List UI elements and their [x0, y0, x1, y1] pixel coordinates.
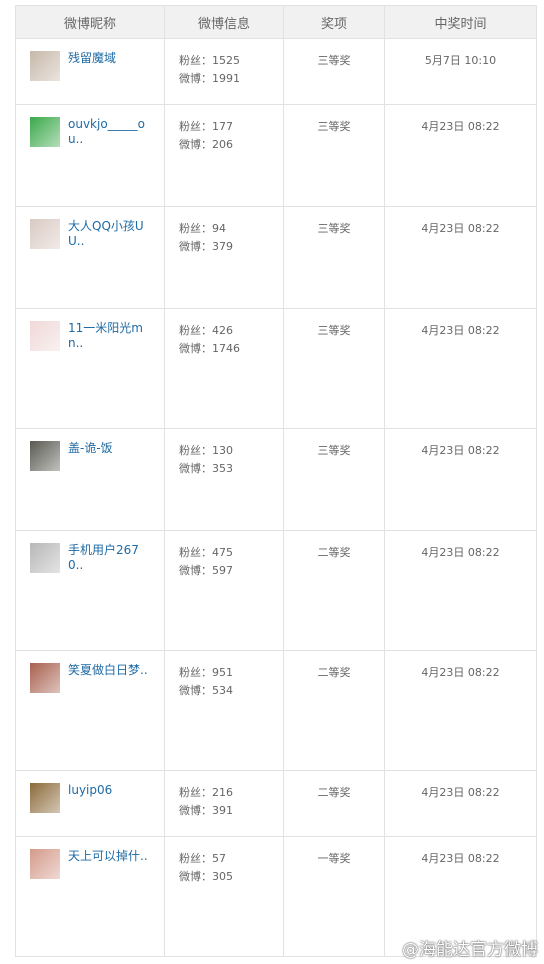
- header-prize: 奖项: [284, 6, 385, 38]
- user-nickname-link[interactable]: luyip06: [68, 783, 152, 813]
- avatar[interactable]: [30, 663, 60, 693]
- weibo-count: 微博：206: [179, 138, 233, 151]
- header-weibo-info: 微博信息: [165, 6, 284, 38]
- weibo-count: 微博：391: [179, 804, 233, 817]
- table-row: 盖-诡-饭 粉丝：130 微博：353 三等奖 4月23日 08:22: [16, 429, 536, 531]
- nickname-cell: 盖-诡-饭: [16, 429, 165, 530]
- header-win-time: 中奖时间: [434, 16, 487, 32]
- fans-count: 粉丝：130: [179, 444, 233, 457]
- nickname-cell: 手机用户2670..: [16, 531, 165, 650]
- fans-count: 粉丝：475: [179, 546, 233, 559]
- prize-cell: 三等奖: [284, 429, 385, 530]
- fans-count: 粉丝：57: [179, 852, 226, 865]
- prize-cell: 二等奖: [284, 651, 385, 770]
- weibo-info-cell: 粉丝：177 微博：206: [165, 105, 284, 206]
- table-body: 残留魔域 粉丝：1525 微博：1991 三等奖 5月7日 10:10 ouvk…: [16, 39, 536, 957]
- avatar[interactable]: [30, 321, 60, 351]
- weibo-info-cell: 粉丝：216 微博：391: [165, 771, 284, 836]
- weibo-count: 微博：379: [179, 240, 233, 253]
- avatar[interactable]: [30, 51, 60, 81]
- user-nickname-link[interactable]: 大人QQ小孩UU..: [68, 219, 152, 249]
- user-nickname-link[interactable]: ouvkjo_____ou..: [68, 117, 152, 147]
- nickname-cell: 笑夏做白日梦..: [16, 651, 165, 770]
- weibo-count: 微博：353: [179, 462, 233, 475]
- table-row: 手机用户2670.. 粉丝：475 微博：597 二等奖 4月23日 08:22: [16, 531, 536, 651]
- weibo-info-cell: 粉丝：426 微博：1746: [165, 309, 284, 428]
- win-time-cell: 5月7日 10:10: [424, 54, 497, 67]
- win-time-cell: 4月23日 08:22: [421, 324, 500, 337]
- nickname-cell: 天上可以掉什..: [16, 837, 165, 956]
- fans-count: 粉丝：426: [179, 324, 233, 337]
- weibo-count: 微博：534: [179, 684, 233, 697]
- table-row: 笑夏做白日梦.. 粉丝：951 微博：534 二等奖 4月23日 08:22: [16, 651, 536, 771]
- prize-cell: 三等奖: [284, 105, 385, 206]
- weibo-count: 微博：597: [179, 564, 233, 577]
- weibo-info-cell: 粉丝：475 微博：597: [165, 531, 284, 650]
- header-nickname: 微博昵称: [16, 6, 165, 38]
- fans-count: 粉丝：1525: [179, 54, 240, 67]
- avatar[interactable]: [30, 441, 60, 471]
- table-row: ouvkjo_____ou.. 粉丝：177 微博：206 三等奖 4月23日 …: [16, 105, 536, 207]
- fans-count: 粉丝：951: [179, 666, 233, 679]
- avatar[interactable]: [30, 117, 60, 147]
- nickname-cell: luyip06: [16, 771, 165, 836]
- weibo-info-cell: 粉丝：951 微博：534: [165, 651, 284, 770]
- weibo-count: 微博：1746: [179, 342, 240, 355]
- win-time-cell: 4月23日 08:22: [421, 222, 500, 235]
- nickname-cell: 11一米阳光mn..: [16, 309, 165, 428]
- prize-cell: 二等奖: [284, 531, 385, 650]
- weibo-count: 微博：1991: [179, 72, 240, 85]
- nickname-cell: ouvkjo_____ou..: [16, 105, 165, 206]
- fans-count: 粉丝：216: [179, 786, 233, 799]
- avatar[interactable]: [30, 219, 60, 249]
- watermark: @海能达官方微博: [402, 940, 538, 960]
- prize-cell: 一等奖: [284, 837, 385, 956]
- avatar[interactable]: [30, 543, 60, 573]
- prize-cell: 二等奖: [284, 771, 385, 836]
- weibo-info-cell: 粉丝：94 微博：379: [165, 207, 284, 308]
- win-time-cell: 4月23日 08:22: [421, 666, 500, 679]
- win-time-cell: 4月23日 08:22: [421, 120, 500, 133]
- table-header: 微博昵称 微博信息 奖项 中奖时间: [16, 5, 536, 39]
- weibo-info-cell: 粉丝：57 微博：305: [165, 837, 284, 956]
- user-nickname-link[interactable]: 残留魔域: [68, 51, 152, 81]
- user-nickname-link[interactable]: 手机用户2670..: [68, 543, 152, 573]
- weibo-info-cell: 粉丝：1525 微博：1991: [165, 39, 284, 104]
- win-time-cell: 4月23日 08:22: [421, 546, 500, 559]
- table-row: 11一米阳光mn.. 粉丝：426 微博：1746 三等奖 4月23日 08:2…: [16, 309, 536, 429]
- fans-count: 粉丝：94: [179, 222, 226, 235]
- user-nickname-link[interactable]: 盖-诡-饭: [68, 441, 152, 471]
- table-row: 残留魔域 粉丝：1525 微博：1991 三等奖 5月7日 10:10: [16, 39, 536, 105]
- weibo-count: 微博：305: [179, 870, 233, 883]
- prize-cell: 三等奖: [284, 207, 385, 308]
- table-row: 大人QQ小孩UU.. 粉丝：94 微博：379 三等奖 4月23日 08:22: [16, 207, 536, 309]
- table-row: luyip06 粉丝：216 微博：391 二等奖 4月23日 08:22: [16, 771, 536, 837]
- avatar[interactable]: [30, 849, 60, 879]
- avatar[interactable]: [30, 783, 60, 813]
- user-nickname-link[interactable]: 11一米阳光mn..: [68, 321, 152, 351]
- nickname-cell: 残留魔域: [16, 39, 165, 104]
- prize-cell: 三等奖: [284, 39, 385, 104]
- prize-cell: 三等奖: [284, 309, 385, 428]
- user-nickname-link[interactable]: 笑夏做白日梦..: [68, 663, 152, 693]
- win-time-cell: 4月23日 08:22: [421, 444, 500, 457]
- nickname-cell: 大人QQ小孩UU..: [16, 207, 165, 308]
- user-nickname-link[interactable]: 天上可以掉什..: [68, 849, 152, 879]
- winners-table: 微博昵称 微博信息 奖项 中奖时间 残留魔域 粉丝：1525 微博：1991 三…: [15, 5, 537, 957]
- weibo-info-cell: 粉丝：130 微博：353: [165, 429, 284, 530]
- win-time-cell: 4月23日 08:22: [421, 786, 500, 799]
- fans-count: 粉丝：177: [179, 120, 233, 133]
